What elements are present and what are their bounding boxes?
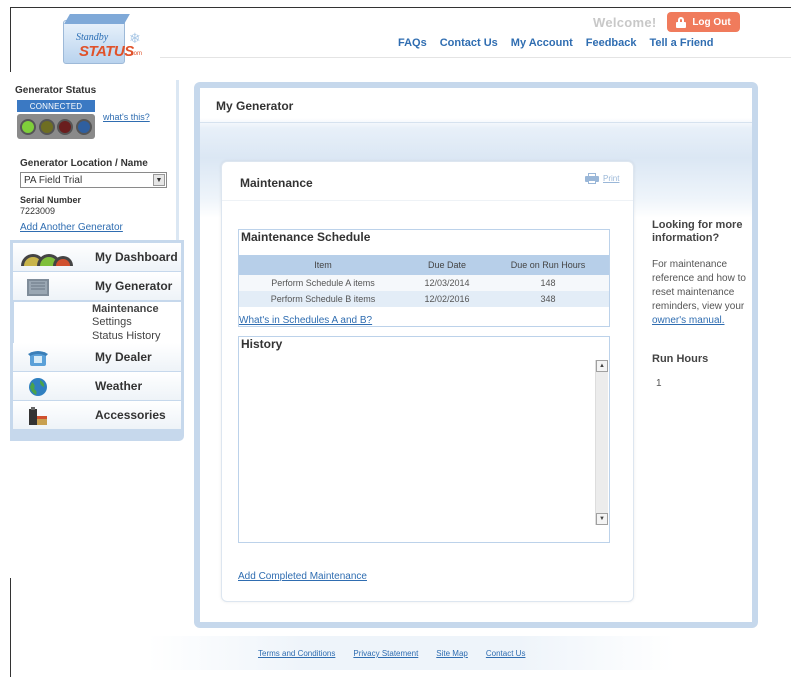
cell-run-hours: 148 [487, 275, 609, 291]
info-sidebar: Looking for more information? For mainte… [652, 219, 752, 328]
history-section: History ▲ ▼ [238, 336, 610, 543]
print-button[interactable]: Print [585, 173, 619, 184]
nav-label-dashboard: My Dashboard [95, 250, 178, 264]
page-title: My Generator [216, 99, 294, 113]
accessories-icon [29, 407, 47, 425]
nav-label-dealer: My Dealer [95, 350, 152, 364]
run-hours-value: 1 [656, 378, 662, 389]
schedule-title: Maintenance Schedule [241, 230, 371, 244]
table-header-row: Item Due Date Due on Run Hours [239, 255, 609, 275]
location-selected-value: PA Field Trial [24, 174, 83, 186]
header-divider [160, 57, 791, 58]
nav-account-link[interactable]: My Account [511, 37, 573, 49]
print-label: Print [603, 174, 620, 183]
card-divider [222, 200, 633, 201]
status-light-yellow [38, 118, 55, 135]
standby-status-logo[interactable]: ❄ Standby STATUS .com [63, 14, 143, 66]
top-navigation: FAQs Contact Us My Account Feedback Tell… [398, 37, 713, 49]
schedules-info-link[interactable]: What's in Schedules A and B? [239, 315, 372, 326]
card-title: Maintenance [240, 176, 313, 190]
frame-line [10, 578, 11, 677]
info-title: Looking for more information? [652, 219, 743, 244]
nav-item-accessories[interactable]: Accessories [13, 401, 181, 430]
footer-privacy-link[interactable]: Privacy Statement [353, 649, 418, 658]
gauges-icon [21, 254, 73, 266]
nav-feedback-link[interactable]: Feedback [586, 37, 637, 49]
footer: Terms and Conditions Privacy Statement S… [148, 636, 675, 670]
telephone-icon [28, 351, 48, 366]
column-header-due-date: Due Date [407, 255, 487, 275]
location-label: Generator Location / Name [20, 158, 148, 169]
nav-label-weather: Weather [95, 379, 143, 393]
nav-sub-maintenance[interactable]: Maintenance [13, 301, 181, 315]
globe-icon [29, 378, 47, 396]
status-title: Generator Status [15, 85, 97, 96]
schedule-table: Item Due Date Due on Run Hours Perform S… [239, 255, 609, 307]
cell-item: Perform Schedule A items [239, 275, 407, 291]
logout-label: Log Out [692, 16, 731, 28]
info-text: For maintenance reference and how to res… [652, 259, 746, 312]
history-scrollbar[interactable]: ▲ ▼ [595, 360, 608, 525]
logo-text-status: STATUS [79, 43, 134, 60]
nav-sub-settings[interactable]: Settings [13, 315, 181, 329]
frame-line [10, 7, 11, 72]
nav-label-accessories: Accessories [95, 408, 166, 422]
location-select[interactable]: PA Field Trial ▼ [20, 172, 167, 188]
nav-sub-status-history[interactable]: Status History [13, 329, 181, 343]
footer-sitemap-link[interactable]: Site Map [436, 649, 468, 658]
logo-text-suffix: .com [129, 51, 143, 57]
lock-icon [676, 16, 687, 28]
scroll-up-arrow-icon[interactable]: ▲ [596, 360, 608, 372]
chevron-down-icon[interactable]: ▼ [153, 174, 165, 186]
footer-terms-link[interactable]: Terms and Conditions [258, 649, 335, 658]
printer-icon [585, 173, 599, 184]
status-light-red [57, 118, 74, 135]
status-light-blue [75, 118, 92, 135]
nav-item-dealer[interactable]: My Dealer [13, 343, 181, 372]
nav-item-weather[interactable]: Weather [13, 372, 181, 401]
owners-manual-link[interactable]: owner's manual. [652, 315, 725, 326]
footer-contact-link[interactable]: Contact Us [486, 649, 526, 658]
logo-box-lid [64, 14, 130, 24]
column-header-run-hours: Due on Run Hours [487, 255, 609, 275]
cell-due-date: 12/03/2014 [407, 275, 487, 291]
cell-run-hours: 348 [487, 291, 609, 307]
generator-icon [27, 279, 49, 296]
maintenance-card: Maintenance Print Maintenance Schedule I… [221, 161, 634, 602]
frame-line [10, 7, 791, 8]
maintenance-schedule-section: Maintenance Schedule Item Due Date Due o… [238, 229, 610, 327]
table-row: Perform Schedule A items 12/03/2014 148 [239, 275, 609, 291]
column-header-item: Item [239, 255, 407, 275]
cell-item: Perform Schedule B items [239, 291, 407, 307]
add-generator-link[interactable]: Add Another Generator [20, 222, 123, 233]
nav-faqs-link[interactable]: FAQs [398, 37, 427, 49]
connection-badge: CONNECTED [17, 100, 95, 112]
whats-this-link[interactable]: what's this? [103, 112, 150, 122]
scroll-down-arrow-icon[interactable]: ▼ [596, 513, 608, 525]
serial-value: 7223009 [20, 206, 56, 216]
nav-contact-link[interactable]: Contact Us [440, 37, 498, 49]
nav-label-generator: My Generator [95, 279, 173, 293]
add-completed-maintenance-link[interactable]: Add Completed Maintenance [238, 571, 367, 582]
nav-item-generator[interactable]: My Generator [13, 272, 181, 301]
generator-status-panel: Generator Status CONNECTED what's this? … [12, 80, 179, 240]
status-lights [17, 114, 95, 139]
info-text-block: For maintenance reference and how to res… [652, 258, 752, 328]
logo-text-standby: Standby [76, 32, 109, 43]
main-content: My Generator Maintenance Print Maintenan… [200, 88, 752, 622]
nav-tell-friend-link[interactable]: Tell a Friend [649, 37, 713, 49]
nav-item-dashboard[interactable]: My Dashboard [13, 243, 181, 272]
title-divider [200, 122, 752, 123]
footer-links: Terms and Conditions Privacy Statement S… [258, 649, 525, 658]
logout-button[interactable]: Log Out [667, 12, 740, 32]
welcome-text: Welcome! [593, 15, 657, 30]
table-row: Perform Schedule B items 12/02/2016 348 [239, 291, 609, 307]
cell-due-date: 12/02/2016 [407, 291, 487, 307]
side-navigation: My Dashboard My Generator Maintenance Se… [10, 240, 184, 441]
status-light-green [20, 118, 37, 135]
main-panel: My Generator Maintenance Print Maintenan… [194, 82, 758, 628]
serial-label: Serial Number [20, 195, 82, 205]
run-hours-title: Run Hours [652, 353, 709, 365]
history-title: History [241, 337, 283, 351]
